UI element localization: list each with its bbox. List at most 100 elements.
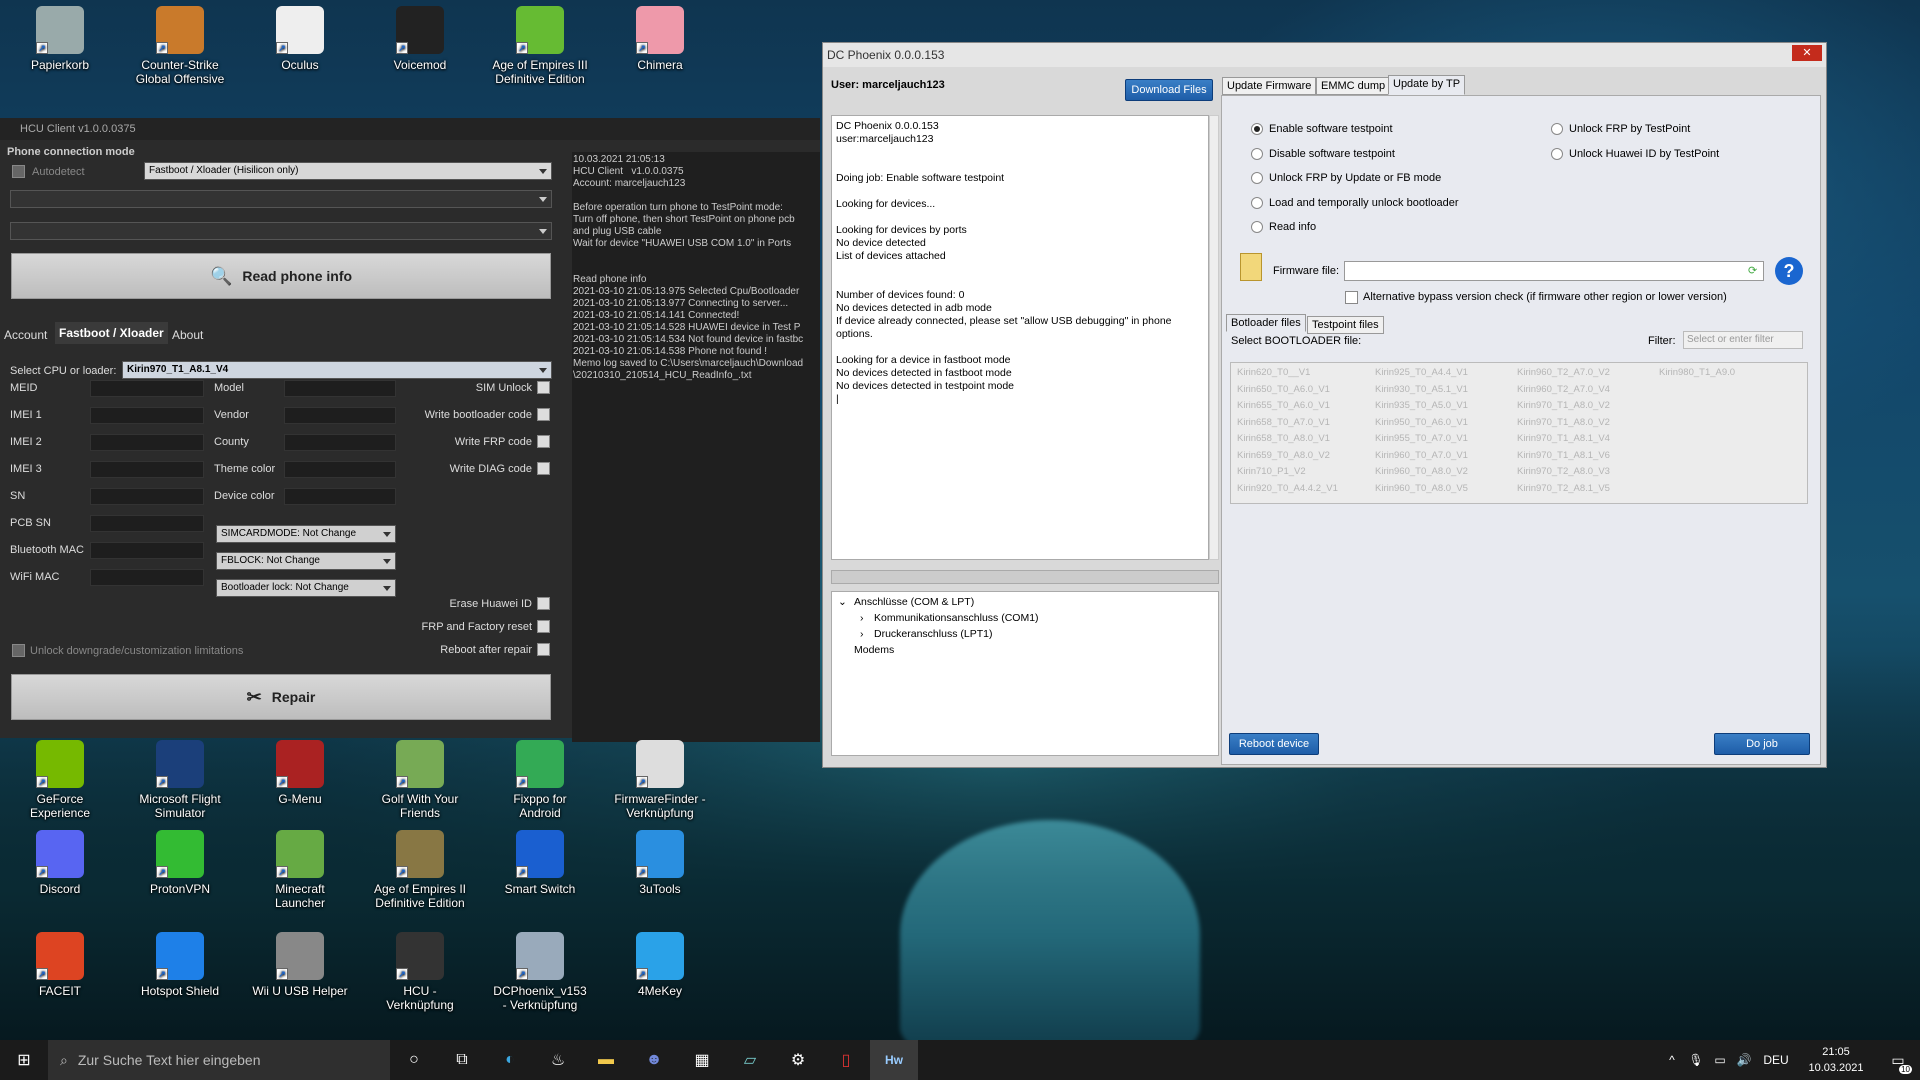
reboot-device-button[interactable]: Reboot device <box>1229 733 1319 755</box>
close-button[interactable]: ✕ <box>1792 45 1822 61</box>
bootloader-item[interactable]: Kirin960_T0_A8.0_V2 <box>1375 466 1468 477</box>
desktop-icon-golf[interactable]: ↗ Golf With Your Friends <box>372 740 468 820</box>
explorer-icon[interactable]: ▬ <box>582 1040 630 1080</box>
bootloader-item[interactable]: Kirin970_T1_A8.0_V2 <box>1517 417 1610 428</box>
bootloader-item[interactable]: Kirin970_T1_A8.1_V6 <box>1517 450 1610 461</box>
desktop-icon-aoe2[interactable]: ↗ Age of Empires II Definitive Edition <box>372 830 468 910</box>
field-input-3[interactable] <box>90 461 204 478</box>
bottom-checkbox-0[interactable] <box>537 597 550 610</box>
help-icon[interactable]: ? <box>1775 257 1803 285</box>
download-files-button[interactable]: Download Files <box>1125 79 1213 101</box>
bootloader-item[interactable]: Kirin970_T2_A8.1_V5 <box>1517 483 1610 494</box>
bootloader-item[interactable]: Kirin650_T0_A6.0_V1 <box>1237 384 1330 395</box>
folder-icon[interactable] <box>1240 253 1262 281</box>
desktop-icon-geforce[interactable]: ↗ GeForce Experience <box>12 740 108 820</box>
desktop-icon-protonvpn[interactable]: ↗ ProtonVPN <box>132 830 228 896</box>
combo-0[interactable]: SIMCARDMODE: Not Change <box>216 525 396 543</box>
chevron-up-icon[interactable]: ^ <box>1660 1040 1684 1080</box>
task-view-icon[interactable]: ⧉ <box>438 1040 486 1080</box>
bootloader-item[interactable]: Kirin930_T0_A5.1_V1 <box>1375 384 1468 395</box>
desktop-icon-3utools[interactable]: ↗ 3uTools <box>612 830 708 896</box>
microphone-icon[interactable]: 🎙 <box>1684 1040 1708 1080</box>
bottom-checkbox-1[interactable] <box>537 620 550 633</box>
tab-emmc-dump[interactable]: EMMC dump <box>1316 77 1391 95</box>
port-select[interactable] <box>10 190 552 208</box>
radio-left-4[interactable] <box>1251 221 1263 233</box>
steam-icon[interactable]: ♨ <box>534 1040 582 1080</box>
mid-field-input-3[interactable] <box>284 461 396 478</box>
store-icon[interactable]: ▦ <box>678 1040 726 1080</box>
radio-left-1[interactable] <box>1251 147 1263 160</box>
field-input-0[interactable] <box>90 380 204 397</box>
do-job-button[interactable]: Do job <box>1714 733 1810 755</box>
alt-bypass-checkbox[interactable] <box>1345 291 1358 304</box>
field-input-1[interactable] <box>90 407 204 424</box>
settings-icon[interactable]: ⚙ <box>774 1040 822 1080</box>
radio-left-3[interactable] <box>1251 196 1263 209</box>
network-icon[interactable]: ▭ <box>1708 1040 1732 1080</box>
chevron-right-icon[interactable]: › <box>860 612 864 624</box>
bootloader-list[interactable]: Kirin620_T0__V1 Kirin650_T0_A6.0_V1 Kirin6… <box>1230 362 1808 504</box>
mid-field-input-0[interactable] <box>284 380 396 397</box>
autodetect-checkbox[interactable] <box>12 165 25 178</box>
bootloader-item[interactable]: Kirin655_T0_A6.0_V1 <box>1237 400 1330 411</box>
bootloader-item[interactable]: Kirin658_T0_A8.0_V1 <box>1237 433 1330 444</box>
bootloader-item[interactable]: Kirin960_T2_A7.0_V2 <box>1517 367 1610 378</box>
combo-1[interactable]: FBLOCK: Not Change <box>216 552 396 570</box>
bottom-checkbox-2[interactable] <box>537 643 550 656</box>
tree-root[interactable]: Anschlüsse (COM & LPT) <box>854 596 974 608</box>
field-input-2[interactable] <box>90 434 204 451</box>
volume-icon[interactable]: 🔊 <box>1732 1040 1756 1080</box>
discord-icon[interactable]: ☻ <box>630 1040 678 1080</box>
field-input-5[interactable] <box>90 515 204 532</box>
radio-right-0[interactable] <box>1551 123 1563 135</box>
desktop-icon-hcu[interactable]: ↗ HCU - Verknüpfung <box>372 932 468 1012</box>
firmware-input[interactable] <box>1344 261 1764 281</box>
desktop-icon-dcphoenix[interactable]: ↗ DCPhoenix_v153 - Verknüpfung <box>492 932 588 1012</box>
language-indicator[interactable]: DEU <box>1756 1053 1796 1067</box>
radio-left-2[interactable] <box>1251 172 1263 184</box>
tab-about[interactable]: About <box>168 324 207 346</box>
mode-select[interactable]: Fastboot / Xloader (Hisilicon only) <box>144 162 552 180</box>
desktop-icon-aoe3[interactable]: ↗ Age of Empires III Definitive Edition <box>492 6 588 86</box>
tree-item-com1[interactable]: Kommunikationsanschluss (COM1) <box>874 612 1039 624</box>
edge-icon[interactable]: ◐ <box>486 1040 534 1080</box>
bootloader-item[interactable]: Kirin960_T0_A7.0_V1 <box>1375 450 1468 461</box>
bootloader-item[interactable]: Kirin710_P1_V2 <box>1237 466 1306 477</box>
bootloader-item[interactable]: Kirin955_T0_A7.0_V1 <box>1375 433 1468 444</box>
combo-2[interactable]: Bootloader lock: Not Change <box>216 579 396 597</box>
right-checkbox-3[interactable] <box>537 462 550 475</box>
cpu-select[interactable]: Kirin970_T1_A8.1_V4 <box>122 361 552 379</box>
bootloader-item[interactable]: Kirin935_T0_A5.0_V1 <box>1375 400 1468 411</box>
tree-item-modems[interactable]: Modems <box>854 644 894 656</box>
desktop-icon-faceit[interactable]: ↗ FACEIT <box>12 932 108 998</box>
desktop-icon-firmwarefinder[interactable]: ↗ FirmwareFinder - Verknüpfung <box>612 740 708 820</box>
tab-fastboot[interactable]: Fastboot / Xloader <box>55 322 168 344</box>
tab-update-firmware[interactable]: Update Firmware <box>1222 77 1317 95</box>
desktop-icon-gmenu[interactable]: ↗ G-Menu <box>252 740 348 806</box>
desktop-icon-fixppo[interactable]: ↗ Fixppo for Android <box>492 740 588 820</box>
windows-start-icon[interactable]: ⊞ <box>0 1040 48 1080</box>
bootloader-item[interactable]: Kirin658_T0_A7.0_V1 <box>1237 417 1330 428</box>
desktop-icon-chimera[interactable]: ↗ Chimera <box>612 6 708 72</box>
field-input-7[interactable] <box>90 569 204 586</box>
bootloader-item[interactable]: Kirin620_T0__V1 <box>1237 367 1310 378</box>
radio-left-0[interactable] <box>1251 123 1263 135</box>
desktop-icon-voicemod[interactable]: ↗ Voicemod <box>372 6 468 72</box>
app-icon[interactable]: ▱ <box>726 1040 774 1080</box>
desktop-icon-recycle-bin[interactable]: ↗ Papierkorb <box>12 6 108 72</box>
bootloader-item[interactable]: Kirin920_T0_A4.4.2_V1 <box>1237 483 1338 494</box>
desktop-icon-wiiu[interactable]: ↗ Wii U USB Helper <box>252 932 348 998</box>
unlock-downgrade-checkbox[interactable] <box>12 644 25 657</box>
right-checkbox-2[interactable] <box>537 435 550 448</box>
bootloader-item[interactable]: Kirin659_T0_A8.0_V2 <box>1237 450 1330 461</box>
notification-icon[interactable]: ▭ 10 <box>1876 1040 1920 1080</box>
mid-field-input-2[interactable] <box>284 434 396 451</box>
desktop-icon-4mekey[interactable]: ↗ 4MeKey <box>612 932 708 998</box>
right-checkbox-0[interactable] <box>537 381 550 394</box>
desktop-icon-flight-sim[interactable]: ↗ Microsoft Flight Simulator <box>132 740 228 820</box>
tab-testpoint-files[interactable]: Testpoint files <box>1307 316 1384 334</box>
mid-field-input-1[interactable] <box>284 407 396 424</box>
bootloader-item[interactable]: Kirin970_T1_A8.1_V4 <box>1517 433 1610 444</box>
bootloader-item[interactable]: Kirin925_T0_A4.4_V1 <box>1375 367 1468 378</box>
